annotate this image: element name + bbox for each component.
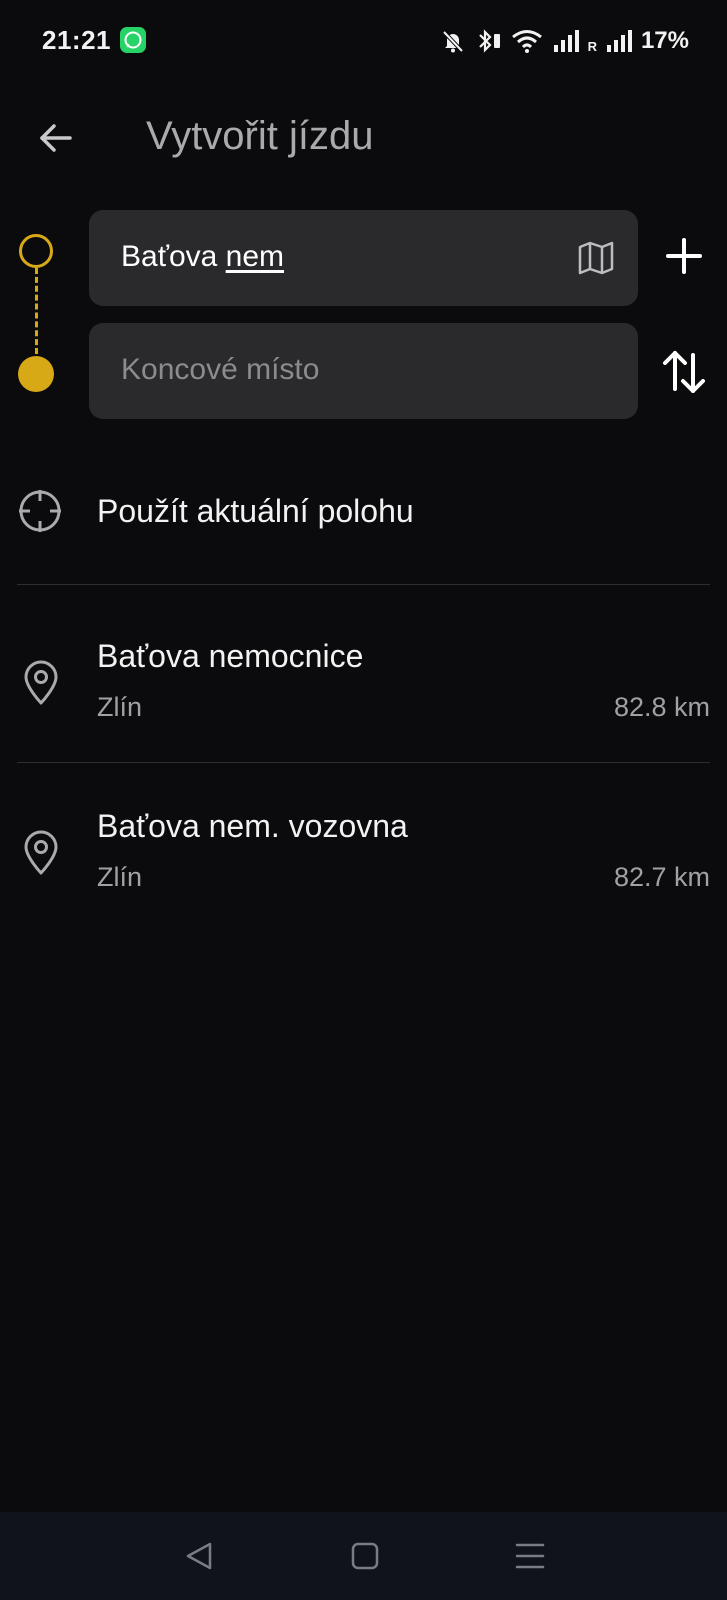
start-location-field[interactable]: Baťova nem: [89, 210, 638, 306]
divider: [17, 762, 710, 763]
status-time: 21:21: [42, 25, 111, 55]
start-location-value[interactable]: Baťova nem: [121, 240, 284, 274]
result-name: Baťova nem. vozovna: [97, 808, 408, 844]
route-end-marker: [18, 356, 54, 392]
map-icon: [578, 241, 614, 275]
use-current-location-label: Použít aktuální polohu: [97, 493, 414, 529]
nav-back-icon: [186, 1542, 212, 1570]
use-current-location-row[interactable]: Použít aktuální polohu: [0, 470, 727, 550]
back-button[interactable]: [30, 112, 82, 164]
status-icons: R 17%: [440, 26, 689, 56]
status-bar: 21:21 R 17%: [0, 0, 727, 82]
start-value-composing: nem: [225, 240, 285, 273]
map-pin-icon: [24, 830, 58, 875]
wifi-icon: [511, 30, 542, 53]
signal-icon: [553, 30, 579, 52]
nav-recents-icon: [515, 1543, 545, 1569]
plus-icon: [666, 238, 702, 274]
nav-home-button[interactable]: [345, 1536, 385, 1576]
map-button[interactable]: [576, 238, 616, 278]
result-name: Baťova nemocnice: [97, 638, 364, 674]
roaming-label: R: [587, 39, 597, 54]
swap-locations-button[interactable]: [660, 347, 708, 397]
swap-vertical-icon: [663, 351, 705, 393]
crosshair-icon: [19, 490, 61, 532]
bell-off-icon: [442, 30, 464, 53]
result-city: Zlín: [97, 862, 143, 892]
end-location-field[interactable]: Koncové místo: [89, 323, 638, 419]
map-pin-icon: [24, 660, 58, 705]
search-result[interactable]: Baťova nem. vozovna Zlín 82.7 km: [0, 784, 727, 934]
nav-recents-button[interactable]: [510, 1536, 550, 1576]
system-nav-bar: [0, 1512, 727, 1600]
nav-home-icon: [351, 1542, 379, 1570]
arrow-left-icon: [40, 124, 72, 152]
start-value-plain: Baťova: [121, 240, 226, 273]
page-title: Vytvořit jízdu: [146, 114, 374, 158]
whatsapp-icon: [120, 27, 146, 53]
result-distance: 82.8 km: [613, 692, 710, 722]
signal-roaming-icon: [606, 30, 632, 52]
battery-level: 17%: [640, 27, 689, 54]
divider: [17, 584, 710, 585]
bluetooth-icon: [478, 29, 500, 53]
search-result[interactable]: Baťova nemocnice Zlín 82.8 km: [0, 614, 727, 764]
result-city: Zlín: [97, 692, 143, 722]
route-start-marker: [19, 234, 53, 268]
route-connector: [35, 268, 38, 354]
end-location-placeholder: Koncové místo: [121, 353, 320, 386]
nav-back-button[interactable]: [180, 1536, 220, 1576]
add-stop-button[interactable]: [660, 232, 708, 280]
result-distance: 82.7 km: [613, 862, 710, 892]
